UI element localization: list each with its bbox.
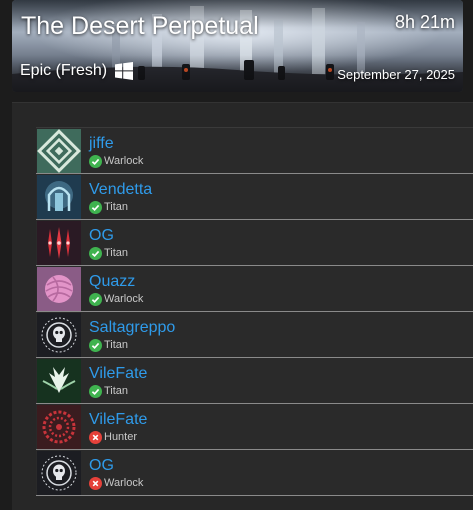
windows-icon [115,62,134,80]
player-info: OG Titan [89,226,128,260]
page: The Desert Perpetual 8h 21m Epic (Fresh)… [0,0,473,510]
arch-emblem [37,174,81,219]
green-wings-emblem [37,358,81,403]
class-line: Titan [89,384,147,398]
player-name[interactable]: OG [89,456,143,475]
player-class: Warlock [104,477,144,489]
player-row[interactable]: Saltagreppo Titan [36,312,473,358]
player-name[interactable]: OG [89,226,128,245]
player-info: VileFate Titan [89,364,147,398]
activity-duration: 8h 21m [394,12,455,32]
player-row[interactable]: VileFate Titan [36,358,473,404]
player-name[interactable]: Saltagreppo [89,318,175,337]
player-class: Titan [104,201,129,213]
skull-emblem [37,312,81,357]
player-info: Quazz Warlock [89,272,143,306]
player-row[interactable]: Vendetta Titan [36,174,473,220]
skull-emblem [37,450,81,495]
player-class: Titan [104,247,129,259]
yarn-ball-emblem [37,266,81,311]
class-line: Titan [89,338,175,352]
player-row[interactable]: OG Warlock [36,450,473,496]
x-circle-icon [89,430,102,444]
player-name[interactable]: VileFate [89,410,147,429]
activity-date: September 27, 2025 [337,67,455,82]
red-cog-emblem [37,404,81,449]
player-info: VileFate Hunter [89,410,147,444]
check-circle-icon [89,154,102,168]
player-info: Saltagreppo Titan [89,318,175,352]
player-row[interactable]: VileFate Hunter [36,404,473,450]
player-name[interactable]: Vendetta [89,180,152,199]
player-info: OG Warlock [89,456,143,490]
activity-banner: The Desert Perpetual 8h 21m Epic (Fresh)… [12,0,463,92]
class-line: Warlock [89,476,144,490]
player-class: Warlock [104,155,144,167]
player-row[interactable]: jiffe Warlock [36,127,473,174]
class-line: Warlock [89,292,144,306]
class-line: Warlock [89,154,144,168]
player-class: Titan [104,385,129,397]
maze-emblem [37,128,81,173]
check-circle-icon [89,292,102,306]
check-circle-icon [89,384,102,398]
x-circle-icon [89,476,102,490]
check-circle-icon [89,246,102,260]
player-name[interactable]: Quazz [89,272,143,291]
roster-panel: jiffe Warlock Vendetta Titan OG Titan Qu… [12,102,473,510]
mode-row: Epic (Fresh) [20,62,134,80]
red-daggers-emblem [37,220,81,265]
class-line: Titan [89,246,129,260]
player-class: Hunter [104,431,138,443]
player-row[interactable]: Quazz Warlock [36,266,473,312]
player-list: jiffe Warlock Vendetta Titan OG Titan Qu… [36,127,473,496]
check-circle-icon [89,200,102,214]
player-row[interactable]: OG Titan [36,220,473,266]
check-circle-icon [89,338,102,352]
player-name[interactable]: jiffe [89,134,143,153]
player-class: Warlock [104,293,144,305]
activity-mode: Epic (Fresh) [20,62,108,79]
player-name[interactable]: VileFate [89,364,147,383]
player-class: Titan [104,339,129,351]
activity-title: The Desert Perpetual [21,12,259,40]
player-info: Vendetta Titan [89,180,152,214]
class-line: Titan [89,200,152,214]
class-line: Hunter [89,430,147,444]
player-info: jiffe Warlock [89,134,143,168]
